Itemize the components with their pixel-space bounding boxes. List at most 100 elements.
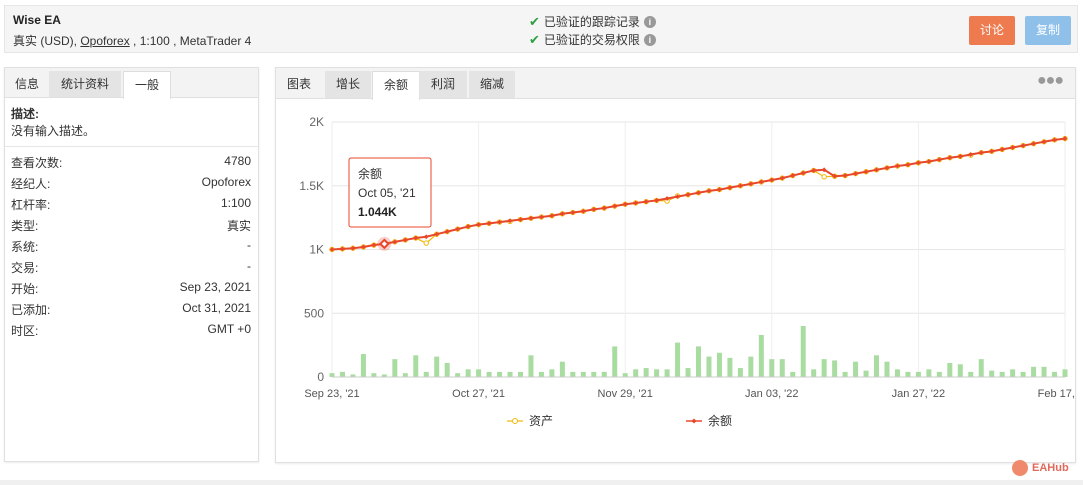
info-value: - [247,259,251,273]
info-value: Oct 31, 2021 [182,301,251,315]
description-text: 没有输入描述。 [11,124,96,138]
bar [685,368,691,377]
bar [989,370,995,377]
tab-statistics[interactable]: 统计资料 [49,71,121,97]
tab-info[interactable]: 信息 [6,71,48,97]
info-row: 已添加: Oct 31, 2021 [11,301,251,319]
verified-trading-privileges: ✔ 已验证的交易权限 i [529,31,656,48]
info-icon[interactable]: i [643,15,656,28]
tooltip-title: 余额 [358,166,382,181]
divider [5,146,258,147]
info-row: 开始: Sep 23, 2021 [11,280,251,298]
bar [748,356,754,377]
bar [434,356,440,377]
bar [570,371,576,377]
bar [476,369,482,377]
info-row: 交易: - [11,259,251,277]
info-key: 类型: [11,219,39,233]
bar [455,373,461,377]
bar [601,371,607,377]
legend-balance-marker [691,418,697,424]
bar [800,326,806,377]
account-details: 真实 (USD), Opoforex , 1:100 , MetaTrader … [13,32,251,49]
bar [936,371,942,377]
bar [538,371,544,377]
tab-general[interactable]: 一般 [123,71,171,99]
bar [1031,366,1037,377]
account-name: Wise EA [13,13,61,27]
info-row: 经纪人: Opoforex [11,175,251,193]
account-type: 真实 (USD), [13,34,77,48]
verified-trading-privileges-label: 已验证的交易权限 [543,33,640,47]
eahub-logo-icon [1012,460,1028,476]
bar [580,371,586,377]
bar [727,357,733,377]
verified-track-record: ✔ 已验证的跟踪记录 i [529,13,656,30]
info-row: 查看次数: 4780 [11,154,251,172]
bar [874,355,880,377]
chart-panel: 图表 增长 余额 利润 缩减 ●●● 0 500 1K 1.5K 2K Sep 23, '… [275,67,1077,463]
info-key: 查看次数: [11,156,63,170]
info-key: 已添加: [11,303,51,317]
account-leverage-platform: , 1:100 , MetaTrader 4 [133,34,252,48]
bar [413,355,419,377]
info-value: GMT +0 [207,322,251,336]
x-tick-label: Jan 03, '22 [745,388,798,400]
legend-balance-label: 余额 [708,413,732,428]
bar [832,360,838,377]
watermark: EAHub [1012,460,1069,476]
bar [999,371,1005,377]
bar [957,364,963,377]
bar [444,362,450,377]
broker-link[interactable]: Opoforex [80,34,129,48]
equity-point [821,174,827,180]
info-tabs: 信息 统计资料 一般 [5,68,258,99]
info-key: 时区: [11,324,39,338]
bar [978,359,984,377]
bar [1010,369,1016,377]
info-row: 类型: 真实 [11,217,251,235]
bar [926,369,932,377]
bar [769,359,775,377]
bar [664,369,670,377]
bar [643,368,649,377]
bar [497,371,503,377]
bar [842,371,848,377]
discuss-button[interactable]: 讨论 [969,16,1015,45]
bar [1062,369,1068,377]
bar [612,346,618,377]
account-info-panel: 信息 统计资料 一般 描述: 没有输入描述。 查看次数: 4780 经纪人: Opo… [4,67,259,462]
bar [884,361,890,377]
x-tick-label: Oct 27, '21 [452,388,505,400]
info-row: 系统: - [11,238,251,256]
bar [811,369,817,377]
bar [591,371,597,377]
x-tick-label: Nov 29, '21 [598,388,653,400]
bar [1041,366,1047,377]
x-tick-label: Feb 17, '22 [1038,388,1077,400]
info-value: Opoforex [201,175,251,189]
bar [549,369,555,377]
info-value: 4780 [224,154,251,168]
info-key: 杠杆率: [11,198,51,212]
bottom-strip [0,480,1083,485]
bar [758,334,764,377]
info-icon[interactable]: i [643,33,656,46]
balance-point [423,234,429,240]
info-row: 时区: GMT +0 [11,322,251,340]
bar [1052,371,1058,377]
bar [392,359,398,377]
bar [863,370,869,377]
bar [517,371,523,377]
bar [675,342,681,377]
bar [790,371,796,377]
info-key: 交易: [11,261,39,275]
bar [716,352,722,377]
tooltip-date: Oct 05, '21 [358,186,416,200]
info-key: 经纪人: [11,177,51,191]
copy-button[interactable]: 复制 [1025,16,1071,45]
info-value: Sep 23, 2021 [179,280,251,294]
info-key: 开始: [11,282,39,296]
info-value: 真实 [226,219,251,233]
info-value: 1:100 [220,196,251,210]
